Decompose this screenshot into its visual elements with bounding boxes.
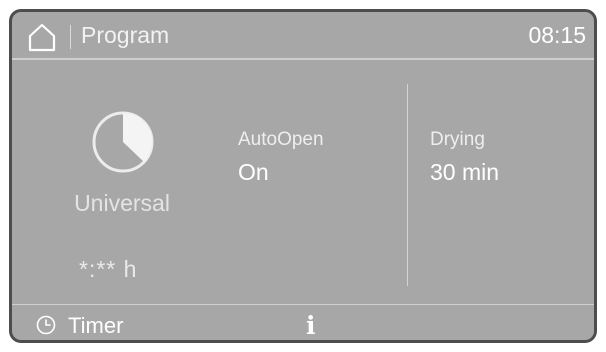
drying-value: 30 min [430,159,500,185]
display-screen: Program 08:15 Universal *:** h AutoOpen … [9,9,597,343]
clock-time: 08:15 [528,22,586,48]
header-bar: Program 08:15 [12,12,594,60]
info-icon: i [306,311,316,340]
timer-label: Timer [68,313,124,338]
page-title: Program [81,22,170,48]
header-separator [70,25,71,49]
program-duration: *:** h [79,256,138,282]
drying-label: Drying [430,129,485,150]
column-separator [407,84,408,286]
timer-button[interactable]: Timer [32,310,152,340]
info-button[interactable]: i [298,309,324,340]
home-icon [28,23,56,52]
clock-icon [36,315,56,335]
universal-program-icon [92,111,154,173]
autoopen-label: AutoOpen [238,129,324,150]
autoopen-value: On [238,159,269,185]
footer-separator [12,304,594,305]
program-name: Universal [74,190,170,216]
home-button[interactable] [27,22,57,52]
